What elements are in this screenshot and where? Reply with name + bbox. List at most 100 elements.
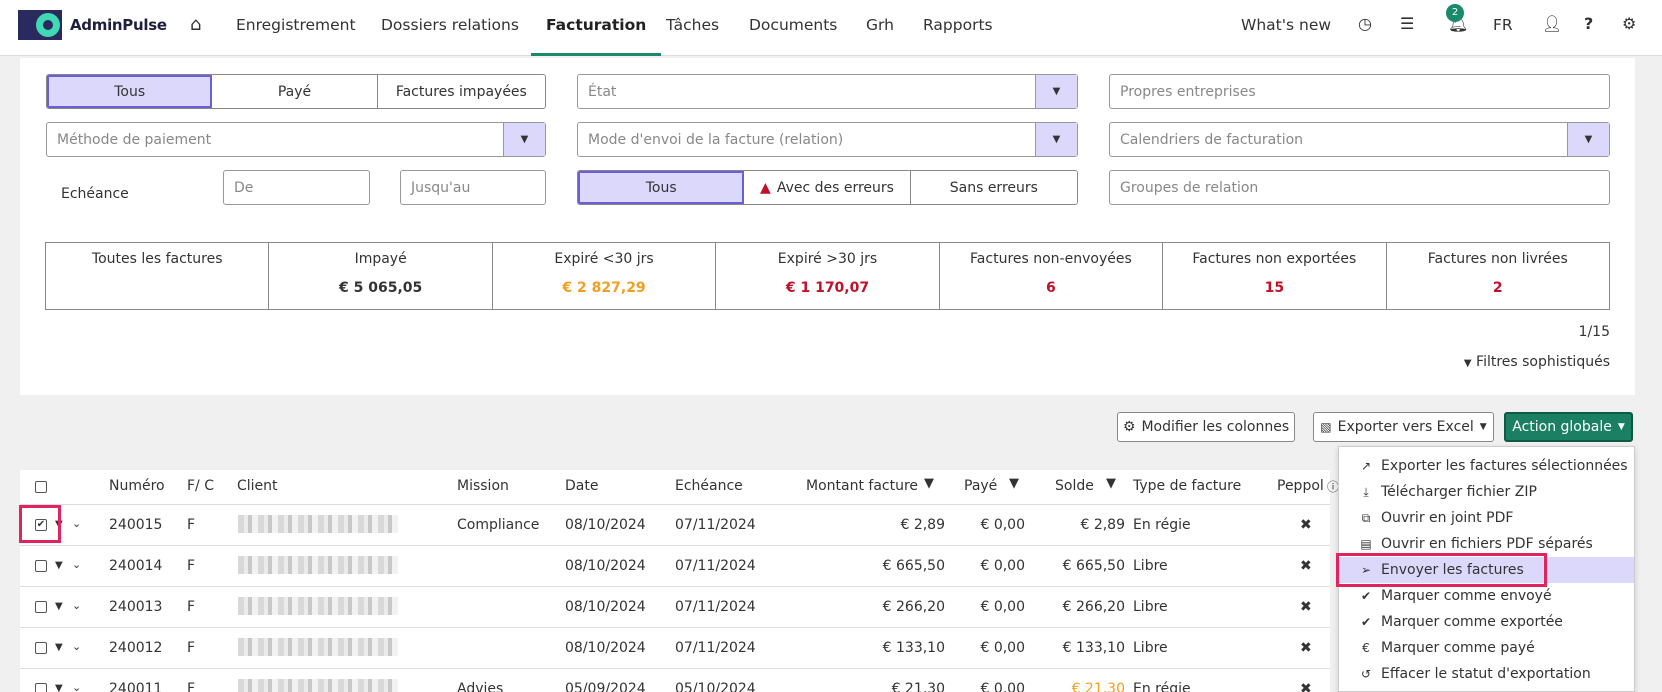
caret-down-icon[interactable]: ▼ [55, 601, 63, 612]
table-row[interactable]: ▼ ⌄ 240012 F 08/10/2024 07/11/2024 € 133,10 € 0… [20, 627, 1330, 668]
filter-paid-button[interactable]: Payé [212, 75, 378, 108]
stat-cell[interactable]: Impayé € 5 065,05 [269, 243, 493, 309]
expand-icon[interactable]: ⌄ [72, 517, 81, 530]
own-companies-select[interactable]: Propres entreprises [1109, 74, 1610, 109]
payment-method-select[interactable]: Méthode de paiement ▼ [46, 122, 546, 157]
clock-icon[interactable]: ◷ [1358, 14, 1372, 33]
state-select[interactable]: État ▼ [577, 74, 1078, 109]
menu-item[interactable]: ↗ Exporter les factures sélectionnées [1339, 453, 1634, 479]
nav-item-enregistrement[interactable]: Enregistrement [236, 0, 356, 56]
stat-cell[interactable]: Expiré >30 jrs € 1 170,07 [716, 243, 940, 309]
nav-item-facturation[interactable]: Facturation [531, 0, 662, 56]
invoice-amount: € 665,50 [882, 558, 945, 574]
help-icon[interactable]: ? [1584, 14, 1593, 33]
brand-logo[interactable]: AdminPulse [18, 10, 167, 40]
home-icon[interactable]: ⌂ [190, 14, 201, 35]
filter-unpaid-button[interactable]: Factures impayées [377, 75, 545, 108]
with-errors-button[interactable]: ▲ Avec des erreurs [744, 171, 911, 204]
col-date[interactable]: Date [565, 478, 598, 494]
edit-columns-button[interactable]: ⚙ Modifier les colonnes [1117, 412, 1295, 442]
col-client[interactable]: Client [237, 478, 278, 494]
page-indicator: 1/15 [1578, 324, 1610, 340]
table-row[interactable]: ▼ ⌄ 240014 F 08/10/2024 07/11/2024 € 665,50 € 0… [20, 545, 1330, 586]
stat-value: € 2 827,29 [562, 280, 646, 296]
chevron-down-icon[interactable]: ▼ [1567, 123, 1609, 156]
send-mode-select[interactable]: Mode d'envoi de la facture (relation) ▼ [577, 122, 1078, 157]
stat-cell[interactable]: Expiré <30 jrs € 2 827,29 [493, 243, 717, 309]
invoice-number[interactable]: 240012 [109, 640, 162, 656]
whats-new-link[interactable]: What's new [1241, 0, 1331, 56]
table-row[interactable]: ✔ ▼ ⌄ 240015 F Compliance 08/10/2024 07/11/2024… [20, 504, 1330, 545]
user-icon[interactable]: 👤︎ [1542, 14, 1562, 33]
menu-item[interactable]: ⧉ Ouvrir en joint PDF [1339, 505, 1634, 531]
col-number[interactable]: Numéro [109, 478, 165, 494]
caret-down-icon[interactable]: ▼ [55, 683, 63, 692]
nav-item-documents[interactable]: Documents [749, 0, 837, 56]
global-action-button[interactable]: Action globale ▼ [1504, 412, 1633, 442]
stat-cell[interactable]: Toutes les factures [46, 243, 270, 309]
client-name-blurred[interactable] [238, 638, 398, 656]
errors-all-button[interactable]: Tous [578, 171, 745, 204]
menu-item[interactable]: € Marquer comme payé [1339, 635, 1634, 661]
menu-item[interactable]: ↺ Effacer le statut d'exportation [1339, 661, 1634, 687]
col-paid[interactable]: Payé [964, 478, 997, 494]
table-row[interactable]: ▼ ⌄ 240011 F Advies 05/09/2024 05/10/2024 € 21,… [20, 668, 1330, 692]
brand-name: AdminPulse [70, 16, 167, 34]
nav-item-tâches[interactable]: Tâches [666, 0, 719, 56]
expand-icon[interactable]: ⌄ [72, 681, 81, 692]
col-type[interactable]: Type de facture [1133, 478, 1241, 494]
table-row[interactable]: ▼ ⌄ 240013 F 08/10/2024 07/11/2024 € 266,20 € 0… [20, 586, 1330, 627]
server-icon[interactable]: ☰ [1400, 14, 1414, 33]
relation-groups-select[interactable]: Groupes de relation [1109, 170, 1610, 205]
invoice-due: 07/11/2024 [675, 599, 756, 615]
due-from-input[interactable]: De [223, 170, 370, 205]
billing-calendars-select[interactable]: Calendriers de facturation ▼ [1109, 122, 1610, 157]
expand-icon[interactable]: ⌄ [72, 558, 81, 571]
download-icon: ⤓ [1363, 484, 1369, 499]
row-checkbox[interactable] [35, 642, 47, 654]
client-name-blurred[interactable] [238, 556, 398, 574]
chevron-down-icon[interactable]: ▼ [1035, 75, 1077, 108]
caret-down-icon[interactable]: ▼ [55, 642, 63, 653]
invoice-number[interactable]: 240013 [109, 599, 162, 615]
caret-down-icon[interactable]: ▼ [55, 560, 63, 571]
stat-cell[interactable]: Factures non exportées 15 [1163, 243, 1387, 309]
col-amount[interactable]: Montant facture [806, 478, 918, 494]
stat-cell[interactable]: Factures non livrées 2 [1387, 243, 1609, 309]
col-mission[interactable]: Mission [457, 478, 509, 494]
nav-item-rapports[interactable]: Rapports [923, 0, 993, 56]
nav-item-dossiers-relations[interactable]: Dossiers relations [381, 0, 519, 56]
client-name-blurred[interactable] [238, 515, 398, 533]
expand-icon[interactable]: ⌄ [72, 599, 81, 612]
chevron-down-icon[interactable]: ▼ [503, 123, 545, 156]
due-to-input[interactable]: Jusqu'au [400, 170, 546, 205]
filter-icon[interactable]: ▼ [1106, 476, 1116, 491]
filter-icon[interactable]: ▼ [924, 476, 934, 491]
invoice-number[interactable]: 240015 [109, 517, 162, 533]
menu-item[interactable]: ⤓ Télécharger fichier ZIP [1339, 479, 1634, 505]
client-name-blurred[interactable] [238, 679, 398, 692]
advanced-filters-toggle[interactable]: ▼ Filtres sophistiqués [1464, 354, 1610, 370]
gear-icon[interactable]: ⚙ [1622, 14, 1636, 33]
col-fc[interactable]: F/ C [187, 478, 214, 494]
filter-all-button[interactable]: Tous [47, 75, 213, 108]
row-checkbox[interactable] [35, 560, 47, 572]
language-switch[interactable]: FR [1493, 0, 1513, 56]
without-errors-button[interactable]: Sans erreurs [910, 171, 1077, 204]
invoice-number[interactable]: 240011 [109, 681, 162, 692]
export-excel-button[interactable]: ▧ Exporter vers Excel ▼ [1313, 412, 1494, 442]
row-checkbox[interactable] [35, 683, 47, 692]
nav-item-grh[interactable]: Grh [866, 0, 894, 56]
col-balance[interactable]: Solde [1055, 478, 1094, 494]
filter-icon[interactable]: ▼ [1009, 476, 1019, 491]
menu-item[interactable]: ✔ Marquer comme exportée [1339, 609, 1634, 635]
col-peppol[interactable]: Peppol [1277, 478, 1324, 494]
invoice-number[interactable]: 240014 [109, 558, 162, 574]
chevron-down-icon[interactable]: ▼ [1035, 123, 1077, 156]
expand-icon[interactable]: ⌄ [72, 640, 81, 653]
stat-cell[interactable]: Factures non-envoyées 6 [940, 243, 1164, 309]
row-checkbox[interactable] [35, 601, 47, 613]
client-name-blurred[interactable] [238, 597, 398, 615]
select-all-checkbox[interactable] [35, 481, 47, 493]
col-due[interactable]: Echéance [675, 478, 743, 494]
